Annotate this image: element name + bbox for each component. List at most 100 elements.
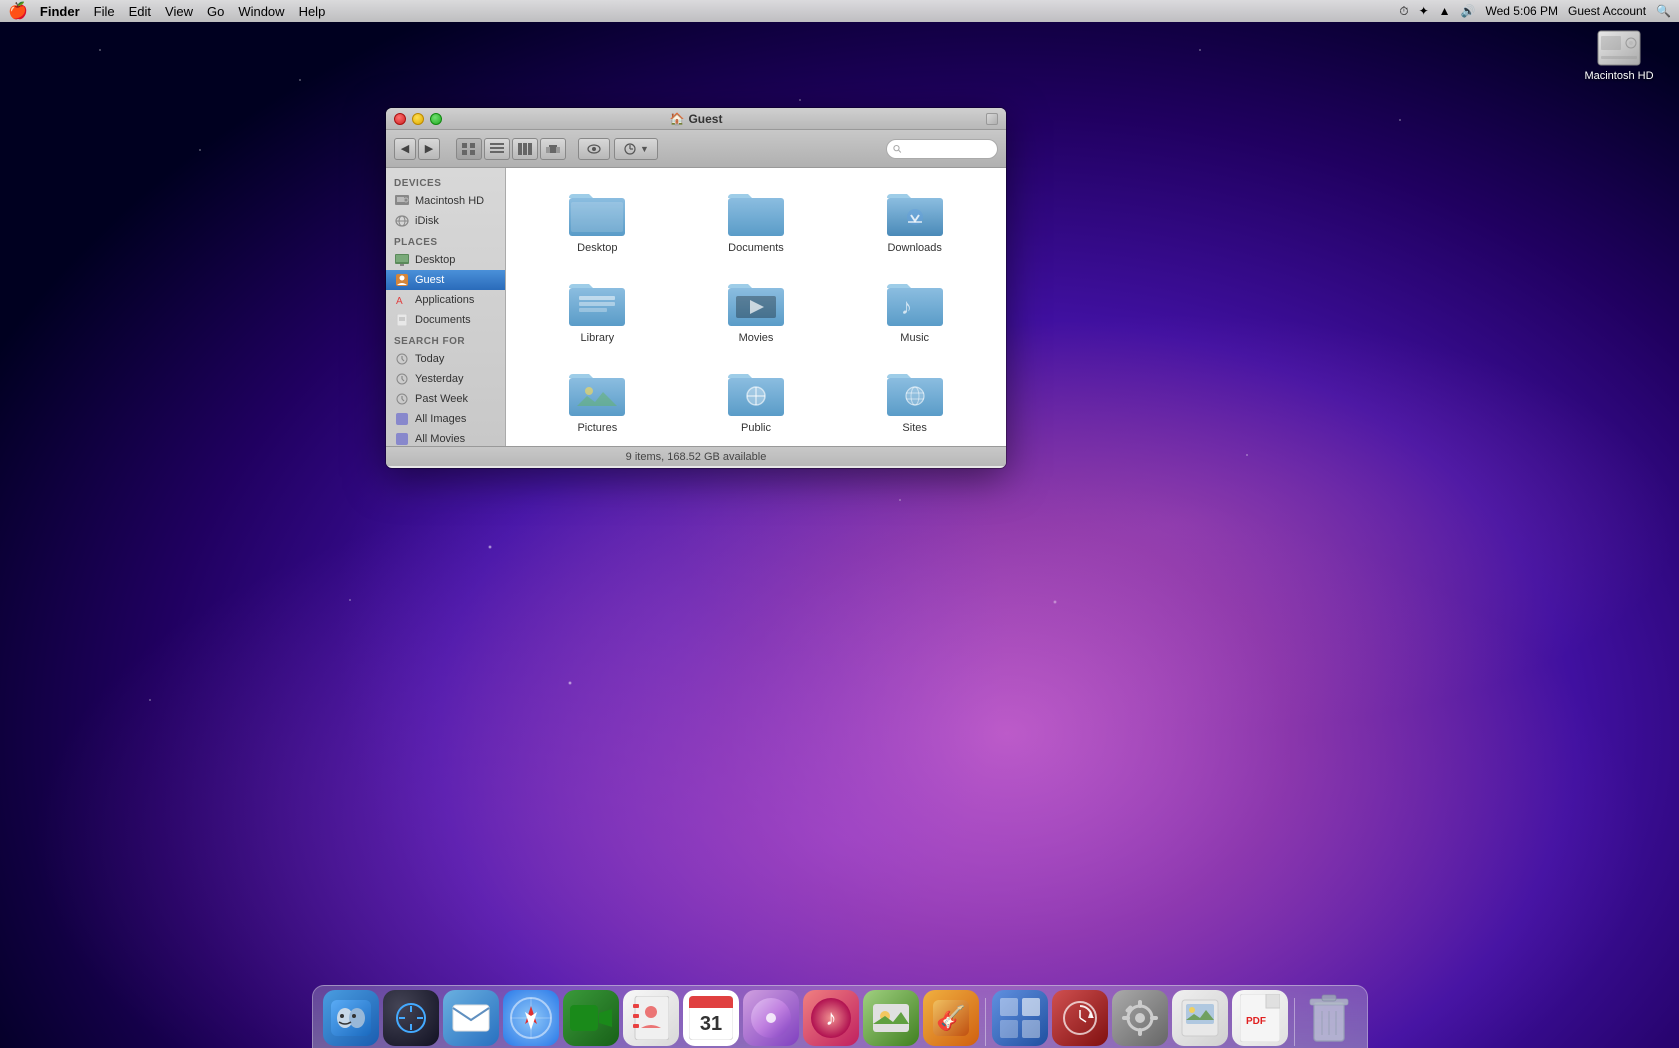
library-label: Library (581, 332, 615, 344)
datetime-display[interactable]: Wed 5:06 PM (1486, 4, 1558, 18)
downloads-label: Downloads (887, 242, 941, 254)
sidebar-today[interactable]: Today (386, 349, 505, 369)
resize-button[interactable] (986, 113, 998, 125)
finder-window: 🏠 Guest ◀ ▶ (386, 108, 1006, 468)
file-music[interactable]: ♪ Music (839, 274, 990, 348)
dock-preview[interactable] (1172, 990, 1228, 1046)
minimize-button[interactable] (412, 113, 424, 125)
sidebar-pastweek[interactable]: Past Week (386, 389, 505, 409)
finder-statusbar: 9 items, 168.52 GB available (386, 446, 1006, 466)
sites-folder-icon (887, 368, 943, 418)
dock-dvd[interactable] (743, 990, 799, 1046)
dock-safari[interactable] (503, 990, 559, 1046)
user-account[interactable]: Guest Account (1568, 4, 1646, 18)
dock-finder-icon (323, 990, 379, 1046)
column-view-button[interactable] (512, 138, 538, 160)
menu-help[interactable]: Help (299, 4, 326, 19)
dock-pdf[interactable]: PDF (1232, 990, 1288, 1046)
dock-preview-icon (1172, 990, 1228, 1046)
forward-button[interactable]: ▶ (418, 138, 440, 160)
dock-garageband[interactable]: 🎸 (923, 990, 979, 1046)
eye-button[interactable] (578, 138, 610, 160)
dock-dvd-icon (743, 990, 799, 1046)
file-downloads[interactable]: Downloads (839, 184, 990, 258)
menu-go[interactable]: Go (207, 4, 224, 19)
sidebar-today-label: Today (415, 353, 444, 365)
svg-text:♪: ♪ (901, 294, 912, 319)
dock-ical[interactable]: 31 (683, 990, 739, 1046)
search-input[interactable] (906, 143, 991, 155)
action-button[interactable]: ▼ (614, 138, 658, 160)
sidebar-documents[interactable]: Documents (386, 310, 505, 330)
sidebar-guest[interactable]: Guest (386, 270, 505, 290)
dock-dashboard[interactable] (383, 990, 439, 1046)
sidebar-desktop[interactable]: Desktop (386, 250, 505, 270)
file-grid: Desktop Documents (522, 184, 990, 438)
sidebar-allmovies[interactable]: All Movies (386, 429, 505, 446)
dock-trash[interactable] (1301, 990, 1357, 1046)
macintosh-hd-sidebar-icon (394, 193, 410, 209)
pictures-folder-icon (569, 368, 625, 418)
dock-facetime[interactable] (563, 990, 619, 1046)
search-box[interactable] (886, 139, 998, 159)
bluetooth-icon[interactable]: ✦ (1419, 4, 1429, 18)
zoom-button[interactable] (430, 113, 442, 125)
sidebar-applications[interactable]: A Applications (386, 290, 505, 310)
dock-spaces[interactable] (992, 990, 1048, 1046)
dock-separator-2 (1294, 998, 1295, 1046)
spotlight-icon[interactable]: 🔍 (1656, 4, 1671, 18)
file-pictures[interactable]: Pictures (522, 364, 673, 438)
coverflow-view-button[interactable] (540, 138, 566, 160)
dock-addressbook[interactable] (623, 990, 679, 1046)
file-sites[interactable]: Sites (839, 364, 990, 438)
dock-itunes[interactable]: ♪ (803, 990, 859, 1046)
time-machine-icon[interactable]: ⏱ (1399, 4, 1408, 19)
svg-text:31: 31 (699, 1013, 721, 1035)
desktop-macintosh-hd[interactable]: Macintosh HD (1579, 30, 1659, 82)
dock-spaces-icon (992, 990, 1048, 1046)
back-button[interactable]: ◀ (394, 138, 416, 160)
dock-itunes-icon: ♪ (803, 990, 859, 1046)
menu-finder[interactable]: Finder (40, 4, 80, 19)
file-movies[interactable]: Movies (681, 274, 832, 348)
menu-edit[interactable]: Edit (129, 4, 151, 19)
apple-menu[interactable]: 🍎 (8, 1, 28, 21)
dock-finder[interactable] (323, 990, 379, 1046)
idisk-icon (394, 213, 410, 229)
list-view-button[interactable] (484, 138, 510, 160)
sidebar-yesterday[interactable]: Yesterday (386, 369, 505, 389)
dock-facetime-icon (563, 990, 619, 1046)
sidebar-idisk[interactable]: iDisk (386, 211, 505, 231)
wifi-icon[interactable]: ▲ (1439, 4, 1451, 18)
dock-garageband-icon: 🎸 (923, 990, 979, 1046)
places-header: PLACES (386, 231, 505, 250)
dock-iphoto-icon (863, 990, 919, 1046)
window-title-icon: 🏠 (670, 112, 685, 126)
file-documents[interactable]: Documents (681, 184, 832, 258)
sidebar-macintosh-hd[interactable]: Macintosh HD (386, 191, 505, 211)
sidebar-allimages[interactable]: All Images (386, 409, 505, 429)
dock-mail[interactable] (443, 990, 499, 1046)
sidebar-pastweek-label: Past Week (415, 393, 468, 405)
desktop-sidebar-icon (394, 252, 410, 268)
menu-window[interactable]: Window (238, 4, 284, 19)
desktop-label: Desktop (577, 242, 617, 254)
svg-text:A: A (396, 296, 403, 306)
volume-icon[interactable]: 🔊 (1461, 4, 1476, 18)
close-button[interactable] (394, 113, 406, 125)
devices-header: DEVICES (386, 172, 505, 191)
sidebar-documents-label: Documents (415, 314, 471, 326)
status-text: 9 items, 168.52 GB available (626, 451, 767, 463)
menu-view[interactable]: View (165, 4, 193, 19)
search-header: SEARCH FOR (386, 330, 505, 349)
file-desktop[interactable]: Desktop (522, 184, 673, 258)
dock-iphoto[interactable] (863, 990, 919, 1046)
menu-file[interactable]: File (94, 4, 115, 19)
documents-label: Documents (728, 242, 784, 254)
dock-timemachine[interactable] (1052, 990, 1108, 1046)
file-library[interactable]: Library (522, 274, 673, 348)
icon-view-button[interactable] (456, 138, 482, 160)
dock-sysprefs[interactable] (1112, 990, 1168, 1046)
file-public[interactable]: Public (681, 364, 832, 438)
public-folder-icon (728, 368, 784, 418)
